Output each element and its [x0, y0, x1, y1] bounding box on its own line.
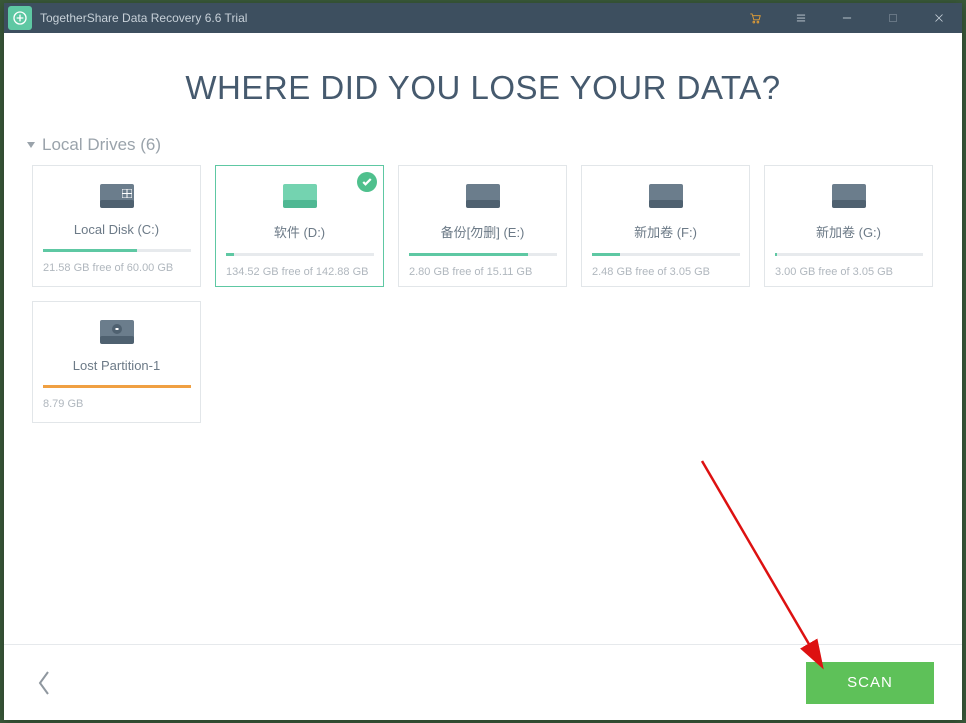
section-label: Local Drives (6) [42, 135, 161, 155]
drive-card[interactable]: Lost Partition-1 8.79 GB [32, 301, 201, 423]
menu-icon[interactable] [778, 3, 824, 33]
titlebar: TogetherShare Data Recovery 6.6 Trial [4, 3, 962, 33]
drive-label: Lost Partition-1 [73, 358, 160, 373]
window-title: TogetherShare Data Recovery 6.6 Trial [40, 11, 732, 25]
titlebar-controls [732, 3, 962, 33]
drive-usage-bar [409, 253, 557, 256]
scan-button[interactable]: SCAN [806, 662, 934, 704]
drive-free-text: 134.52 GB free of 142.88 GB [216, 266, 368, 278]
checkmark-icon [357, 172, 377, 192]
app-logo [8, 6, 32, 30]
drive-usage-bar [592, 253, 740, 256]
drives-grid: Local Disk (C:) 21.58 GB free of 60.00 GB… [4, 165, 962, 423]
drive-usage-bar [43, 385, 191, 388]
drive-usage-fill [43, 385, 191, 388]
drive-usage-fill [409, 253, 529, 256]
drive-usage-bar [226, 253, 374, 256]
drive-usage-fill [775, 253, 778, 256]
drive-free-text: 3.00 GB free of 3.05 GB [765, 266, 893, 278]
drive-free-text: 2.48 GB free of 3.05 GB [582, 266, 710, 278]
drive-usage-fill [592, 253, 620, 256]
drive-label: Local Disk (C:) [74, 222, 159, 237]
drive-free-text: 8.79 GB [33, 398, 83, 410]
drive-icon [279, 178, 321, 214]
drive-icon [645, 178, 687, 214]
drive-label: 软件 (D:) [274, 222, 325, 241]
drive-card[interactable]: 备份[勿删] (E:) 2.80 GB free of 15.11 GB [398, 165, 567, 287]
collapse-triangle-icon [26, 135, 36, 155]
maximize-button[interactable] [870, 3, 916, 33]
lost-drive-icon [96, 314, 138, 350]
drive-label: 新加卷 (F:) [634, 222, 697, 241]
drive-card[interactable]: Local Disk (C:) 21.58 GB free of 60.00 GB [32, 165, 201, 287]
drive-card[interactable]: 软件 (D:) 134.52 GB free of 142.88 GB [215, 165, 384, 287]
close-button[interactable] [916, 3, 962, 33]
drive-free-text: 2.80 GB free of 15.11 GB [399, 266, 532, 278]
drive-usage-fill [43, 249, 138, 252]
minimize-button[interactable] [824, 3, 870, 33]
back-button[interactable] [32, 663, 56, 703]
page-title: WHERE DID YOU LOSE YOUR DATA? [4, 69, 962, 107]
content-area: WHERE DID YOU LOSE YOUR DATA? Local Driv… [4, 33, 962, 644]
drive-usage-fill [226, 253, 235, 256]
app-window: TogetherShare Data Recovery 6.6 Trial WH… [4, 3, 962, 720]
drive-icon [462, 178, 504, 214]
drive-label: 备份[勿删] (E:) [441, 222, 525, 241]
drive-usage-bar [775, 253, 923, 256]
section-header-local-drives[interactable]: Local Drives (6) [4, 135, 962, 155]
drive-icon [828, 178, 870, 214]
drive-usage-bar [43, 249, 191, 252]
windows-drive-icon [96, 178, 138, 214]
footer: SCAN [4, 644, 962, 720]
cart-icon[interactable] [732, 3, 778, 33]
drive-card[interactable]: 新加卷 (G:) 3.00 GB free of 3.05 GB [764, 165, 933, 287]
drive-label: 新加卷 (G:) [816, 222, 881, 241]
drive-free-text: 21.58 GB free of 60.00 GB [33, 262, 173, 274]
drive-card[interactable]: 新加卷 (F:) 2.48 GB free of 3.05 GB [581, 165, 750, 287]
